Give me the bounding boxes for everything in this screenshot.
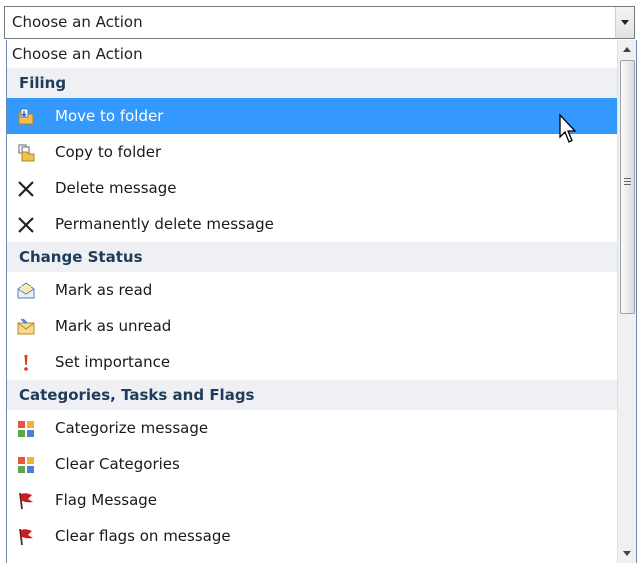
item-label: Mark as unread — [55, 317, 172, 335]
red-flag-icon — [19, 528, 33, 546]
item-label: Permanently delete message — [55, 215, 274, 233]
list-item-set-importance[interactable]: Set importance — [7, 344, 619, 380]
mouse-cursor-icon — [559, 113, 577, 143]
delete-x-icon — [18, 217, 34, 233]
item-label: Categorize message — [55, 419, 209, 437]
list-item-clear-categories[interactable]: Clear Categories — [7, 446, 619, 482]
list-item-flag-message[interactable]: Flag Message — [7, 482, 619, 518]
list-item-copy-to-folder[interactable]: Copy to folder — [7, 134, 619, 170]
list-item-choose-action[interactable]: Choose an Action — [7, 40, 619, 68]
delete-x-icon — [18, 181, 34, 197]
list-item-move-to-folder[interactable]: Move to folder — [7, 98, 619, 134]
item-label: Move to folder — [55, 107, 164, 125]
scroll-up-arrow-icon[interactable] — [618, 40, 636, 58]
envelope-closed-icon — [17, 318, 35, 335]
combo-selected-text: Choose an Action — [12, 13, 143, 31]
list-item-mark-as-unread[interactable]: Mark as unread — [7, 308, 619, 344]
categories-icon — [18, 421, 34, 437]
list-item-delete-message[interactable]: Delete message — [7, 170, 619, 206]
list-item-clear-flags-on-message[interactable]: Clear flags on message — [7, 518, 619, 554]
group-header-filing: Filing — [7, 68, 619, 98]
item-label: Clear Categories — [55, 455, 180, 473]
envelope-open-icon — [17, 282, 35, 299]
move-folder-icon — [18, 108, 34, 125]
item-label: Delete message — [55, 179, 177, 197]
item-label: Copy to folder — [55, 143, 162, 161]
item-label: Flag Message — [55, 491, 158, 509]
group-header-change-status: Change Status — [7, 242, 619, 272]
copy-folder-icon — [18, 144, 35, 162]
item-label: Mark as read — [55, 281, 153, 299]
vertical-scrollbar[interactable] — [617, 40, 636, 563]
categories-icon — [18, 457, 34, 473]
group-header-categories-tasks-flags: Categories, Tasks and Flags — [7, 380, 619, 410]
scroll-down-arrow-icon[interactable] — [618, 545, 636, 563]
item-label: Clear flags on message — [55, 527, 231, 545]
action-dropdown-list: Choose an Action Filing Move to folder C… — [6, 40, 637, 563]
list-item-categorize-message[interactable]: Categorize message — [7, 410, 619, 446]
item-label: Set importance — [55, 353, 171, 371]
action-combobox[interactable]: Choose an Action — [4, 6, 635, 39]
chevron-down-icon[interactable] — [615, 7, 634, 38]
list-item-mark-as-read[interactable]: Mark as read — [7, 272, 619, 308]
list-item-permanently-delete-message[interactable]: Permanently delete message — [7, 206, 619, 242]
exclamation-icon — [24, 355, 28, 371]
grip-icon — [624, 178, 631, 186]
scrollbar-thumb[interactable] — [620, 60, 635, 314]
red-flag-icon — [19, 492, 33, 510]
